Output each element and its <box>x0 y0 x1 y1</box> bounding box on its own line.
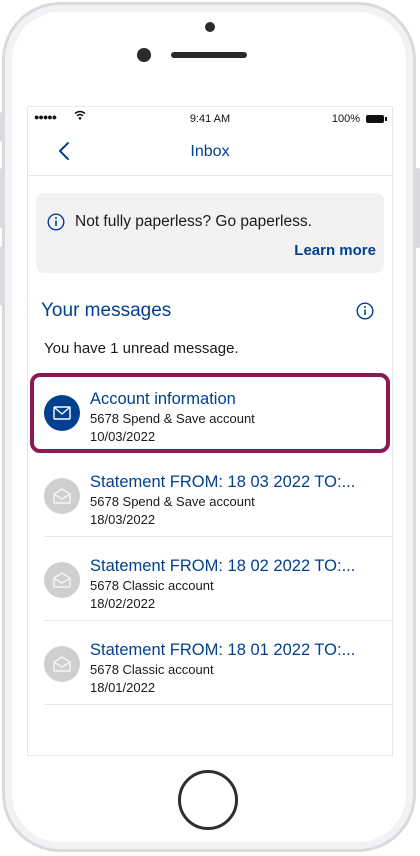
proximity-sensor <box>205 22 215 32</box>
message-item[interactable]: Statement FROM: 18 01 2022 TO:... 5678 C… <box>44 621 392 705</box>
message-date: 18/02/2022 <box>90 596 156 611</box>
message-account: 5678 Spend & Save account <box>90 494 255 509</box>
message-title: Statement FROM: 18 01 2022 TO:... <box>90 641 356 659</box>
envelope-icon <box>44 395 80 431</box>
open-envelope-icon <box>44 646 80 682</box>
battery-percentage: 100% <box>331 113 360 125</box>
battery-icon <box>366 115 387 123</box>
mute-switch <box>0 112 5 142</box>
message-account: 5678 Classic account <box>90 578 214 593</box>
page-title: Inbox <box>190 143 230 160</box>
earpiece-speaker <box>171 52 247 58</box>
unread-count-text: You have 1 unread message. <box>44 340 239 357</box>
message-list: Account information 5678 Spend & Save ac… <box>30 373 392 705</box>
message-date: 10/03/2022 <box>90 429 156 444</box>
message-account: 5678 Classic account <box>90 662 214 677</box>
message-date: 18/03/2022 <box>90 512 156 527</box>
info-icon[interactable] <box>356 302 374 320</box>
home-button[interactable] <box>178 770 238 830</box>
navigation-bar: Inbox <box>28 129 392 176</box>
volume-down-button <box>0 246 5 306</box>
section-title: Your messages <box>41 300 172 321</box>
message-account: 5678 Spend & Save account <box>90 411 255 426</box>
volume-up-button <box>0 168 5 228</box>
learn-more-link[interactable]: Learn more <box>294 242 376 259</box>
open-envelope-icon <box>44 562 80 598</box>
front-camera <box>137 48 151 62</box>
banner-text: Not fully paperless? Go paperless. <box>75 213 312 230</box>
message-item[interactable]: Statement FROM: 18 02 2022 TO:... 5678 C… <box>44 537 392 621</box>
message-date: 18/01/2022 <box>90 680 156 695</box>
message-title: Account information <box>90 390 236 408</box>
app-screen: ●●●●● 9:41 AM 100% Inbox Not fully paper… <box>27 106 393 756</box>
message-item[interactable]: Statement FROM: 18 03 2022 TO:... 5678 S… <box>44 453 392 537</box>
message-title: Statement FROM: 18 02 2022 TO:... <box>90 557 356 575</box>
status-bar: ●●●●● 9:41 AM 100% <box>28 107 392 129</box>
info-icon <box>47 213 65 231</box>
message-item-unread[interactable]: Account information 5678 Spend & Save ac… <box>30 373 390 453</box>
power-button <box>415 168 420 248</box>
paperless-banner <box>36 193 384 273</box>
open-envelope-icon <box>44 478 80 514</box>
message-title: Statement FROM: 18 03 2022 TO:... <box>90 473 356 491</box>
